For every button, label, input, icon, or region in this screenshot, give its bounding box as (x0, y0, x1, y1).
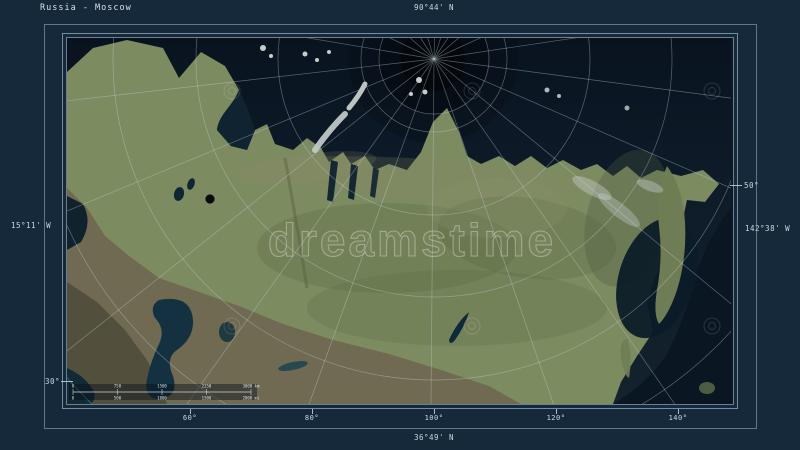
page-title: Russia - Moscow (40, 3, 132, 13)
scalebar-mi-label: 2000 mi (243, 396, 260, 401)
capital-marker-moscow (205, 194, 215, 204)
scalebar-km-label: 750 (114, 384, 122, 389)
map-svg: dreamstime 0075050015001000225015003000 … (67, 38, 731, 404)
island-severnaya-2 (422, 89, 428, 95)
coordinate-label-top: 90°44' N (413, 3, 455, 12)
island-new-siberian-1 (544, 87, 550, 93)
bottom-tick-label: 80° (304, 414, 320, 422)
scalebar-mi-label: 1500 (202, 396, 212, 401)
bottom-tick-label: 60° (182, 414, 198, 422)
bottom-tick-label: 140° (668, 414, 688, 422)
island-wrangel (624, 105, 630, 111)
island-hokkaido (699, 382, 715, 394)
island-svalbard-2 (269, 54, 273, 58)
left-tick-label: 30° (44, 377, 60, 386)
right-tick-mark (730, 185, 742, 186)
scalebar-mi-label: 1000 (157, 396, 167, 401)
scalebar-km-label: 2250 (202, 384, 212, 389)
scalebar-mi-label: 500 (114, 396, 122, 401)
island-franz-josef-2 (315, 58, 319, 62)
watermark-text: dreamstime (268, 214, 556, 266)
right-tick-label: 50° (744, 181, 760, 190)
map-frame: dreamstime 0 0 750 500 1500 1000 2250 1500 3000 … (62, 33, 738, 409)
scalebar-km-label: 1500 (157, 384, 167, 389)
scalebar: 0075050015001000225015003000 km2000 mi (69, 384, 260, 401)
island-franz-josef-3 (327, 50, 331, 54)
map-inner-frame: dreamstime 0 0 750 500 1500 1000 2250 1500 3000 … (66, 37, 734, 405)
island-franz-josef-1 (302, 51, 308, 57)
island-svalbard-1 (260, 45, 266, 51)
island-new-siberian-2 (557, 94, 561, 98)
bottom-tick-label: 100° (424, 414, 444, 422)
bottom-tick-label: 120° (546, 414, 566, 422)
coordinate-label-bottom: 36°49' N (413, 433, 455, 442)
left-tick-mark (61, 381, 73, 382)
scalebar-km-label: 3000 km (243, 384, 260, 389)
page-background: { "title": "Russia - Moscow", "coordinat… (0, 0, 800, 450)
